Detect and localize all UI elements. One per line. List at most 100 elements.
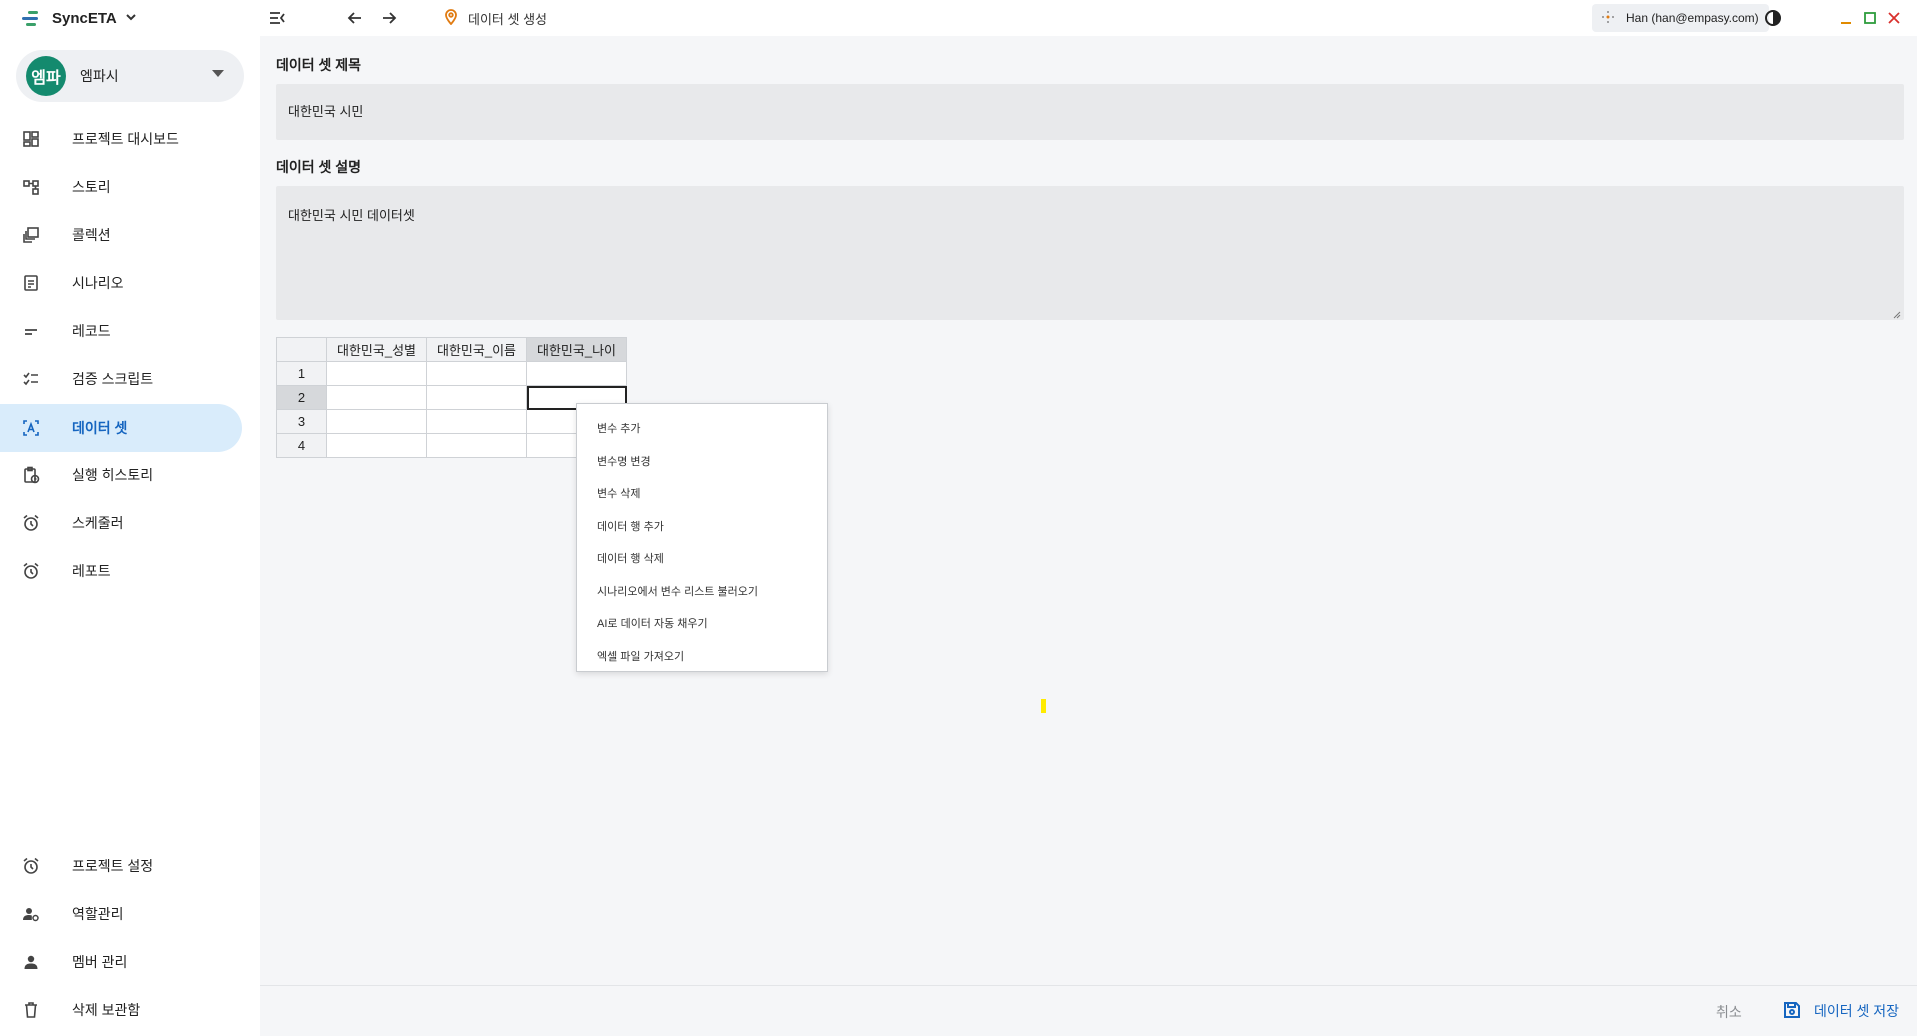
sidebar-item-record[interactable]: 레코드 [0, 307, 242, 355]
save-icon [1782, 1000, 1802, 1023]
sidebar-item-report[interactable]: 레포트 [0, 547, 242, 595]
dataset-description-textarea[interactable]: 대한민국 시민 데이터셋 [276, 186, 1904, 320]
collection-icon [22, 226, 40, 244]
sidebar-item-label: 멤버 관리 [72, 954, 128, 970]
table-row: 4 [276, 433, 627, 458]
menu-collapse-icon[interactable] [266, 8, 288, 28]
table-row: 2 [276, 385, 627, 410]
chevron-down-icon[interactable] [125, 11, 137, 26]
row-number[interactable]: 1 [276, 361, 327, 386]
sidebar-item-project-settings[interactable]: 프로젝트 설정 [0, 842, 242, 890]
sidebar-item-label: 레코드 [72, 323, 111, 339]
description-text: 대한민국 시민 데이터셋 [288, 208, 415, 223]
sidebar: SyncETA 엠파 엠파시 프로젝트 대시보드 스토리 콜렉션 시나리오 레코… [0, 0, 260, 1036]
resize-handle-icon[interactable] [1891, 307, 1901, 319]
grid-cell[interactable] [426, 385, 527, 410]
app-brand[interactable]: SyncETA [22, 6, 137, 30]
grid-cell[interactable] [326, 361, 427, 386]
grid-cell[interactable] [426, 409, 527, 434]
table-row: 3 [276, 409, 627, 434]
row-number[interactable]: 3 [276, 409, 327, 434]
row-number[interactable]: 2 [276, 385, 327, 410]
sidebar-item-collection[interactable]: 콜렉션 [0, 211, 242, 259]
menu-item-import-excel[interactable]: 엑셀 파일 가져오기 [577, 640, 827, 673]
grid-cell[interactable] [326, 385, 427, 410]
back-arrow-icon[interactable] [344, 8, 366, 28]
scenario-icon [22, 274, 40, 292]
checklist-icon [22, 370, 40, 388]
grid-cell[interactable] [326, 433, 427, 458]
workspace-avatar: 엠파 [26, 56, 66, 96]
sidebar-item-scheduler[interactable]: 스케줄러 [0, 499, 242, 547]
user-name: Han (han@empasy.com) [1626, 11, 1759, 25]
sidebar-item-label: 시나리오 [72, 275, 124, 291]
history-icon [22, 466, 40, 484]
column-header[interactable]: 대한민국_나이 [526, 337, 627, 362]
menu-item-ai-autofill[interactable]: AI로 데이터 자동 채우기 [577, 607, 827, 640]
menu-item-delete-variable[interactable]: 변수 삭제 [577, 477, 827, 510]
alarm-icon [22, 514, 40, 532]
theme-toggle-icon[interactable] [1764, 9, 1782, 27]
close-icon[interactable] [1884, 8, 1904, 28]
row-number[interactable]: 4 [276, 433, 327, 458]
sidebar-item-role-management[interactable]: 역할관리 [0, 890, 242, 938]
sidebar-item-label: 실행 히스토리 [72, 467, 154, 483]
table-row: 1 [276, 361, 627, 386]
forward-arrow-icon[interactable] [378, 8, 400, 28]
dataset-title-label: 데이터 셋 제목 [276, 57, 362, 73]
dataset-description-label: 데이터 셋 설명 [276, 159, 362, 175]
sidebar-item-label: 삭제 보관함 [72, 1002, 141, 1018]
dashboard-icon [22, 130, 40, 148]
role-icon [22, 905, 40, 923]
sidebar-item-story[interactable]: 스토리 [0, 163, 242, 211]
maximize-icon[interactable] [1860, 8, 1880, 28]
workspace-name: 엠파시 [80, 68, 119, 84]
sidebar-item-label: 레포트 [72, 563, 111, 579]
user-avatar-icon [1600, 9, 1616, 28]
sidebar-item-label: 검증 스크립트 [72, 371, 154, 387]
cursor-indicator [1041, 699, 1046, 713]
grid-cell[interactable] [426, 433, 527, 458]
sidebar-item-label: 데이터 셋 [72, 420, 128, 436]
dataset-title-input[interactable]: 대한민국 시민 [276, 84, 1904, 140]
location-pin-icon [444, 9, 458, 28]
alarm-icon [22, 562, 40, 580]
app-logo-icon [22, 10, 44, 26]
grid-cell[interactable] [526, 361, 627, 386]
app-name: SyncETA [52, 9, 117, 27]
footer-bar: 취소 데이터 셋 저장 [260, 985, 1917, 1036]
workspace-selector[interactable]: 엠파 엠파시 [16, 50, 244, 102]
dataset-icon [22, 419, 40, 437]
user-menu[interactable]: Han (han@empasy.com) [1592, 4, 1769, 32]
story-icon [22, 178, 40, 196]
menu-item-rename-variable[interactable]: 변수명 변경 [577, 445, 827, 478]
sidebar-item-label: 프로젝트 대시보드 [72, 131, 179, 147]
menu-item-delete-row[interactable]: 데이터 행 삭제 [577, 542, 827, 575]
cancel-button[interactable]: 취소 [1716, 1002, 1742, 1022]
column-header[interactable]: 대한민국_이름 [426, 337, 527, 362]
grid-cell[interactable] [326, 409, 427, 434]
sidebar-item-trash[interactable]: 삭제 보관함 [0, 986, 242, 1034]
sidebar-item-dashboard[interactable]: 프로젝트 대시보드 [0, 115, 242, 163]
grid-cell[interactable] [426, 361, 527, 386]
sidebar-item-member-management[interactable]: 멤버 관리 [0, 938, 242, 986]
sidebar-item-dataset[interactable]: 데이터 셋 [0, 404, 242, 452]
menu-item-add-row[interactable]: 데이터 행 추가 [577, 510, 827, 543]
sidebar-item-label: 콜렉션 [72, 227, 111, 243]
context-menu: 변수 추가 변수명 변경 변수 삭제 데이터 행 추가 데이터 행 삭제 시나리… [576, 403, 828, 672]
record-icon [22, 322, 40, 340]
menu-item-import-from-scenario[interactable]: 시나리오에서 변수 리스트 불러오기 [577, 575, 827, 608]
person-icon [22, 953, 40, 971]
sidebar-item-run-history[interactable]: 실행 히스토리 [0, 451, 242, 499]
save-dataset-button[interactable]: 데이터 셋 저장 [1782, 997, 1899, 1025]
breadcrumb-current: 데이터 셋 생성 [468, 12, 547, 27]
top-bar: 데이터 셋 생성 Han (han@empasy.com) [260, 0, 1917, 36]
column-header[interactable]: 대한민국_성별 [326, 337, 427, 362]
grid-corner[interactable] [276, 337, 327, 362]
dropdown-arrow-icon [212, 70, 224, 77]
sidebar-item-validation-script[interactable]: 검증 스크립트 [0, 355, 242, 403]
minimize-icon[interactable] [1836, 8, 1856, 28]
sidebar-item-scenario[interactable]: 시나리오 [0, 259, 242, 307]
sidebar-item-label: 역할관리 [72, 906, 124, 922]
menu-item-add-variable[interactable]: 변수 추가 [577, 412, 827, 445]
